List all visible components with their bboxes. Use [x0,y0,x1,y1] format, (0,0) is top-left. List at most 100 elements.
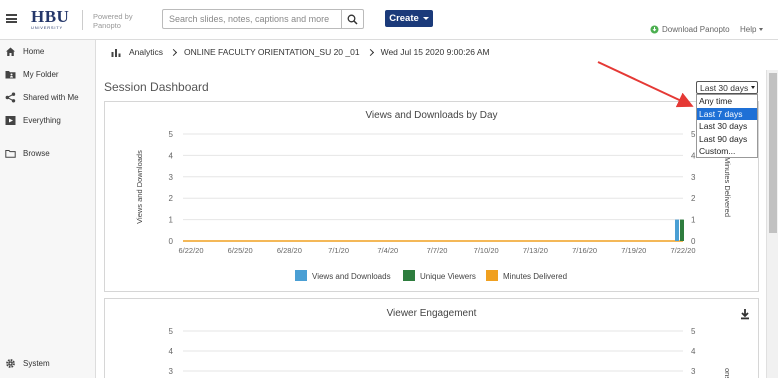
y-tick-label: 2 [169,194,174,203]
sidebar-item-label: System [23,359,50,368]
bar-views-and-downloads [675,219,679,241]
sidebar: Home My Folder Shared with Me Everything… [0,40,96,378]
legend-swatch [295,270,307,281]
search-button[interactable] [341,10,363,28]
analytics-icon [111,48,121,57]
sidebar-item-label: Browse [23,149,50,158]
y-axis-label: Views and Downloads [135,150,144,224]
powered-by-brand: Panopto [93,21,121,30]
sidebar-item-label: Everything [23,116,61,125]
y2-tick-label: 2 [691,194,696,203]
search-box [162,9,364,29]
x-tick-label: 6/22/20 [178,246,203,255]
legend-label: Minutes Delivered [503,272,567,281]
x-tick-label: 7/4/20 [377,246,398,255]
y-tick-label: 1 [169,216,174,225]
views-downloads-chart: 0 01 12 23 34 45 5Views and Downloads Minutes D… [135,130,732,281]
viewer-engagement-chart: 3 3 4 4 5 5 ons [169,327,732,378]
date-range-value: Last 30 days [700,82,749,93]
gear-icon [5,358,16,369]
y-tick-label: 3 [169,173,174,182]
y-tick-label: 3 [169,367,174,376]
help-menu[interactable]: Help [740,25,764,34]
folder-user-icon [5,69,16,80]
logo-text: HBU [31,7,70,26]
powered-by: Powered by Panopto [93,12,133,30]
y-tick-label: 5 [169,130,174,139]
viewer-engagement-card: Viewer Engagement 3 3 4 4 5 5 ons [104,298,759,378]
legend-label: Unique Viewers [420,272,476,281]
sidebar-item-everything[interactable]: Everything [5,115,61,126]
home-icon [5,46,16,57]
bar-unique-viewers [680,219,684,241]
x-tick-label: 7/10/20 [474,246,499,255]
search-icon [347,14,358,25]
y-tick-label: 4 [169,151,174,160]
y-tick-label: 0 [169,237,174,246]
university-logo[interactable]: HBU UNIVERSITY [31,8,71,32]
views-downloads-card: Views and Downloads by Day 001122334455V… [104,101,759,292]
date-range-option[interactable]: Last 30 days [697,120,757,133]
collection-icon [5,115,16,126]
y2-tick-label: 3 [691,367,696,376]
y2-tick-label: 3 [691,173,696,182]
breadcrumb: Analytics ONLINE FACULTY ORIENTATION_SU … [111,47,490,57]
date-range-option[interactable]: Any time [697,95,757,108]
panopto-icon [650,25,659,34]
y-tick-label: 4 [169,347,174,356]
logo-divider [82,10,83,30]
x-tick-label: 7/1/20 [328,246,349,255]
legend-swatch [486,270,498,281]
date-range-dropdown: Any time Last 7 days Last 30 days Last 90 d… [696,94,758,158]
date-range-option[interactable]: Custom... [697,145,757,158]
sidebar-item-label: My Folder [23,70,59,79]
x-tick-label: 7/19/20 [621,246,646,255]
sidebar-item-label: Shared with Me [23,93,79,102]
breadcrumb-analytics[interactable]: Analytics [129,47,163,57]
create-label: Create [389,13,419,24]
y2-tick-label: 4 [691,347,696,356]
sidebar-item-shared[interactable]: Shared with Me [5,92,79,103]
legend-label: Views and Downloads [312,272,391,281]
powered-by-label: Powered by [93,12,133,21]
date-range-option[interactable]: Last 90 days [697,133,757,146]
help-label: Help [740,25,757,34]
caret-down-icon [422,17,429,20]
x-tick-label: 7/22/20 [670,246,695,255]
x-tick-label: 7/7/20 [427,246,448,255]
chevron-down-icon [751,86,755,89]
sidebar-item-label: Home [23,47,45,56]
chevron-right-icon [169,48,178,56]
page-title: Session Dashboard [104,80,209,94]
y-tick-label: 5 [169,327,174,336]
chevron-right-icon [366,48,374,56]
y2-axis-label: Minutes Delivered [723,157,732,217]
search-input[interactable] [163,10,341,28]
x-tick-label: 6/25/20 [228,246,253,255]
breadcrumb-folder[interactable]: ONLINE FACULTY ORIENTATION_SU 20 _01 [184,47,360,57]
sidebar-item-system[interactable]: System [5,358,50,369]
download-panopto-link[interactable]: Download Panopto [650,25,730,34]
legend-swatch [403,270,415,281]
x-tick-label: 6/28/20 [277,246,302,255]
menu-icon[interactable] [6,14,17,23]
folder-icon [5,148,16,159]
y2-axis-label: ons [723,368,732,378]
x-tick-label: 7/16/20 [572,246,597,255]
y2-tick-label: 0 [691,237,696,246]
y2-tick-label: 5 [691,327,696,336]
date-range-select[interactable]: Last 30 days [696,81,758,94]
top-bar: HBU UNIVERSITY Powered by Panopto Create… [0,0,778,40]
scrollbar-thumb[interactable] [769,73,777,233]
create-button[interactable]: Create [385,10,433,27]
download-label: Download Panopto [662,25,730,34]
chevron-down-icon [759,28,764,31]
share-icon [5,92,16,103]
sidebar-item-my-folder[interactable]: My Folder [5,69,59,80]
y2-tick-label: 1 [691,216,696,225]
page-scrollbar[interactable] [766,70,778,378]
date-range-option[interactable]: Last 7 days [697,107,757,121]
sidebar-item-home[interactable]: Home [5,46,44,57]
sidebar-item-browse[interactable]: Browse [5,148,50,159]
breadcrumb-session: Wed Jul 15 2020 9:00:26 AM [380,47,490,57]
